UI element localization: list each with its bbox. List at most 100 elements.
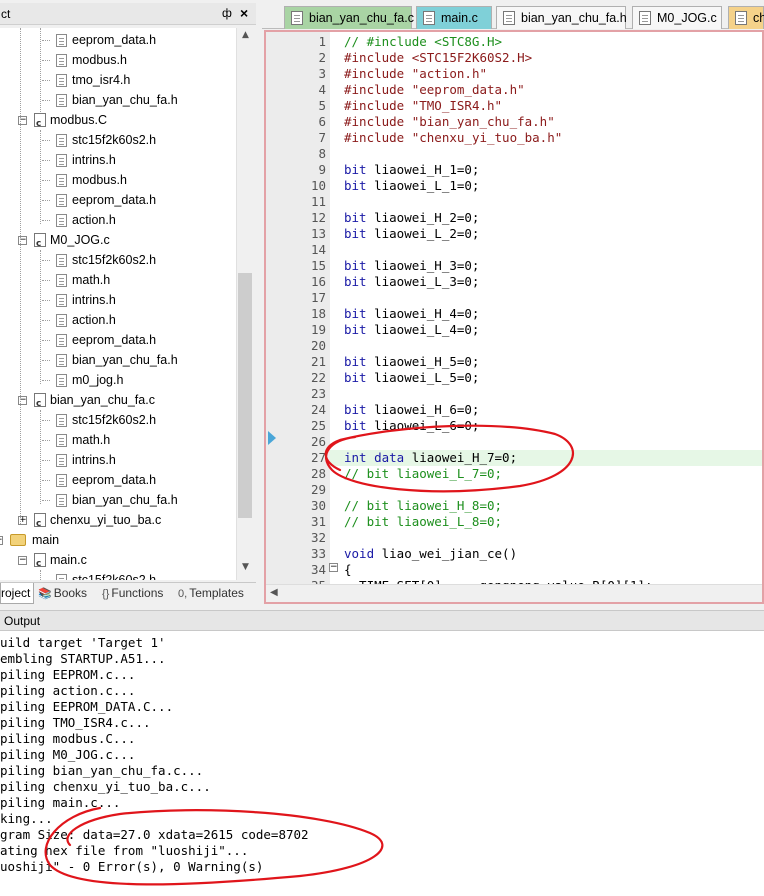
tree-item[interactable]: stc15f2k60s2.h (56, 250, 236, 270)
tree-item[interactable]: c chenxu_yi_tuo_ba.c (34, 510, 234, 530)
fold-toggle-icon[interactable]: − (329, 563, 338, 572)
code-line[interactable] (330, 482, 762, 498)
editor-tab-bian-yan-chu-fa-c[interactable]: bian_yan_chu_fa.c (284, 6, 414, 29)
editor-tab-bian-yan-chu-fa-h[interactable]: bian_yan_chu_fa.h (496, 6, 627, 29)
tree-item[interactable]: tmo_isr4.h (56, 70, 236, 90)
tree-item[interactable]: c modbus.C (34, 110, 234, 130)
project-panel-tabs: roject 📚 Books {} Functions 0, Templates (0, 582, 256, 604)
project-tree-scrollbar[interactable]: ▲ ▼ (236, 28, 253, 580)
code-line[interactable] (330, 386, 762, 402)
tree-guide (40, 570, 41, 580)
code-line[interactable]: // bit liaowei_H_8=0; (330, 498, 762, 514)
tree-item[interactable]: intrins.h (56, 290, 236, 310)
tree-item[interactable]: action.h (56, 210, 236, 230)
code-line[interactable]: bit liaowei_L_1=0; (330, 178, 762, 194)
code-line[interactable]: #include "action.h" (330, 66, 762, 82)
tree-item[interactable]: intrins.h (56, 450, 236, 470)
tree-item[interactable]: bian_yan_chu_fa.h (56, 490, 236, 510)
close-icon[interactable]: × (240, 5, 248, 21)
tree-item[interactable]: c bian_yan_chu_fa.c (34, 390, 234, 410)
pin-icon[interactable]: ф (222, 6, 232, 20)
editor-horizontal-scrollbar[interactable]: ◀ (266, 584, 762, 602)
scroll-thumb[interactable] (238, 273, 252, 518)
code-line[interactable]: #include "eeprom_data.h" (330, 82, 762, 98)
code-line[interactable]: int data liaowei_H_7=0; (330, 450, 762, 466)
tab-templates[interactable]: 0, Templates (178, 583, 256, 604)
code-line[interactable]: bit liaowei_L_4=0; (330, 322, 762, 338)
header-file-icon (56, 474, 67, 487)
tab-project[interactable]: roject (0, 583, 34, 604)
code-line[interactable]: bit liaowei_H_3=0; (330, 258, 762, 274)
code-line[interactable]: #include "chenxu_yi_tuo_ba.h" (330, 130, 762, 146)
tree-item-label: modbus.h (72, 173, 127, 187)
scroll-down-icon[interactable]: ▼ (237, 562, 254, 578)
tree-item[interactable]: c M0_JOG.c (34, 230, 234, 250)
editor-tab-chenxu[interactable]: ch (728, 6, 764, 29)
tree-connector (42, 100, 50, 101)
editor-tab-m0-jog-c[interactable]: M0_JOG.c (632, 6, 722, 29)
code-line[interactable]: bit liaowei_L_3=0; (330, 274, 762, 290)
code-line[interactable]: bit liaowei_H_5=0; (330, 354, 762, 370)
code-line[interactable]: { (330, 562, 762, 578)
code-line[interactable]: bit liaowei_H_6=0; (330, 402, 762, 418)
tree-item-label: bian_yan_chu_fa.h (72, 353, 178, 367)
file-icon (291, 11, 303, 25)
tree-item[interactable]: bian_yan_chu_fa.h (56, 350, 236, 370)
code-line[interactable]: bit liaowei_L_6=0; (330, 418, 762, 434)
tree-item-label: M0_JOG.c (50, 233, 110, 247)
tree-item[interactable]: action.h (56, 310, 236, 330)
tree-item[interactable]: eeprom_data.h (56, 30, 236, 50)
code-line[interactable]: bit liaowei_L_2=0; (330, 226, 762, 242)
tree-item[interactable]: stc15f2k60s2.h (56, 410, 236, 430)
tree-item[interactable]: eeprom_data.h (56, 190, 236, 210)
tree-item[interactable]: main (10, 530, 210, 550)
collapse-icon[interactable]: − (18, 556, 27, 565)
tree-item[interactable]: modbus.h (56, 170, 236, 190)
header-file-icon (56, 294, 67, 307)
tab-functions[interactable]: {} Functions (102, 583, 174, 604)
code-area[interactable]: // #include <STC8G.H> #include <STC15F2K6… (330, 32, 762, 584)
tree-item[interactable]: intrins.h (56, 150, 236, 170)
code-line[interactable]: bit liaowei_L_5=0; (330, 370, 762, 386)
tree-item[interactable]: math.h (56, 430, 236, 450)
header-file-icon (56, 134, 67, 147)
code-editor[interactable]: 1 2 3 4 5 6 7 8 9 10 11 12 13 14 15 16 17 18 19 20 21 22 23 24 2… (264, 30, 764, 604)
code-line[interactable]: // bit liaowei_L_8=0; (330, 514, 762, 530)
code-line[interactable]: bit liaowei_H_4=0; (330, 306, 762, 322)
header-file-icon (56, 314, 67, 327)
code-line[interactable]: // #include <STC8G.H> (330, 34, 762, 50)
code-line[interactable]: #include "bian_yan_chu_fa.h" (330, 114, 762, 130)
tree-item[interactable]: m0_jog.h (56, 370, 236, 390)
tree-item[interactable]: eeprom_data.h (56, 470, 236, 490)
tab-books[interactable]: 📚 Books (38, 583, 94, 604)
header-file-icon (56, 214, 67, 227)
scroll-up-icon[interactable]: ▲ (237, 30, 254, 46)
code-line[interactable] (330, 194, 762, 210)
code-line[interactable]: // bit liaowei_L_7=0; (330, 466, 762, 482)
code-line[interactable]: #include "TMO_ISR4.h" (330, 98, 762, 114)
code-line[interactable] (330, 242, 762, 258)
tree-item[interactable]: math.h (56, 270, 236, 290)
code-line[interactable] (330, 338, 762, 354)
scroll-left-icon[interactable]: ◀ (270, 587, 278, 598)
code-line[interactable] (330, 530, 762, 546)
tree-item[interactable]: stc15f2k60s2.h (56, 570, 236, 580)
tree-item[interactable]: stc15f2k60s2.h (56, 130, 236, 150)
header-file-icon (56, 94, 67, 107)
collapse-icon[interactable]: − (0, 536, 3, 545)
code-line[interactable]: #include <STC15F2K60S2.H> (330, 50, 762, 66)
editor-tab-main-c[interactable]: main.c (416, 6, 492, 29)
code-line[interactable] (330, 146, 762, 162)
code-line[interactable]: bit liaowei_H_2=0; (330, 210, 762, 226)
tree-connector (42, 140, 50, 141)
tree-item[interactable]: bian_yan_chu_fa.h (56, 90, 236, 110)
tree-item[interactable]: modbus.h (56, 50, 236, 70)
tree-item[interactable]: eeprom_data.h (56, 330, 236, 350)
tree-item-label: modbus.C (50, 113, 107, 127)
code-line[interactable]: void liao_wei_jian_ce() (330, 546, 762, 562)
tree-item-label: math.h (72, 273, 111, 287)
code-line[interactable]: bit liaowei_H_1=0; (330, 162, 762, 178)
code-line[interactable] (330, 434, 762, 450)
code-line[interactable] (330, 290, 762, 306)
tree-item[interactable]: c main.c (34, 550, 234, 570)
